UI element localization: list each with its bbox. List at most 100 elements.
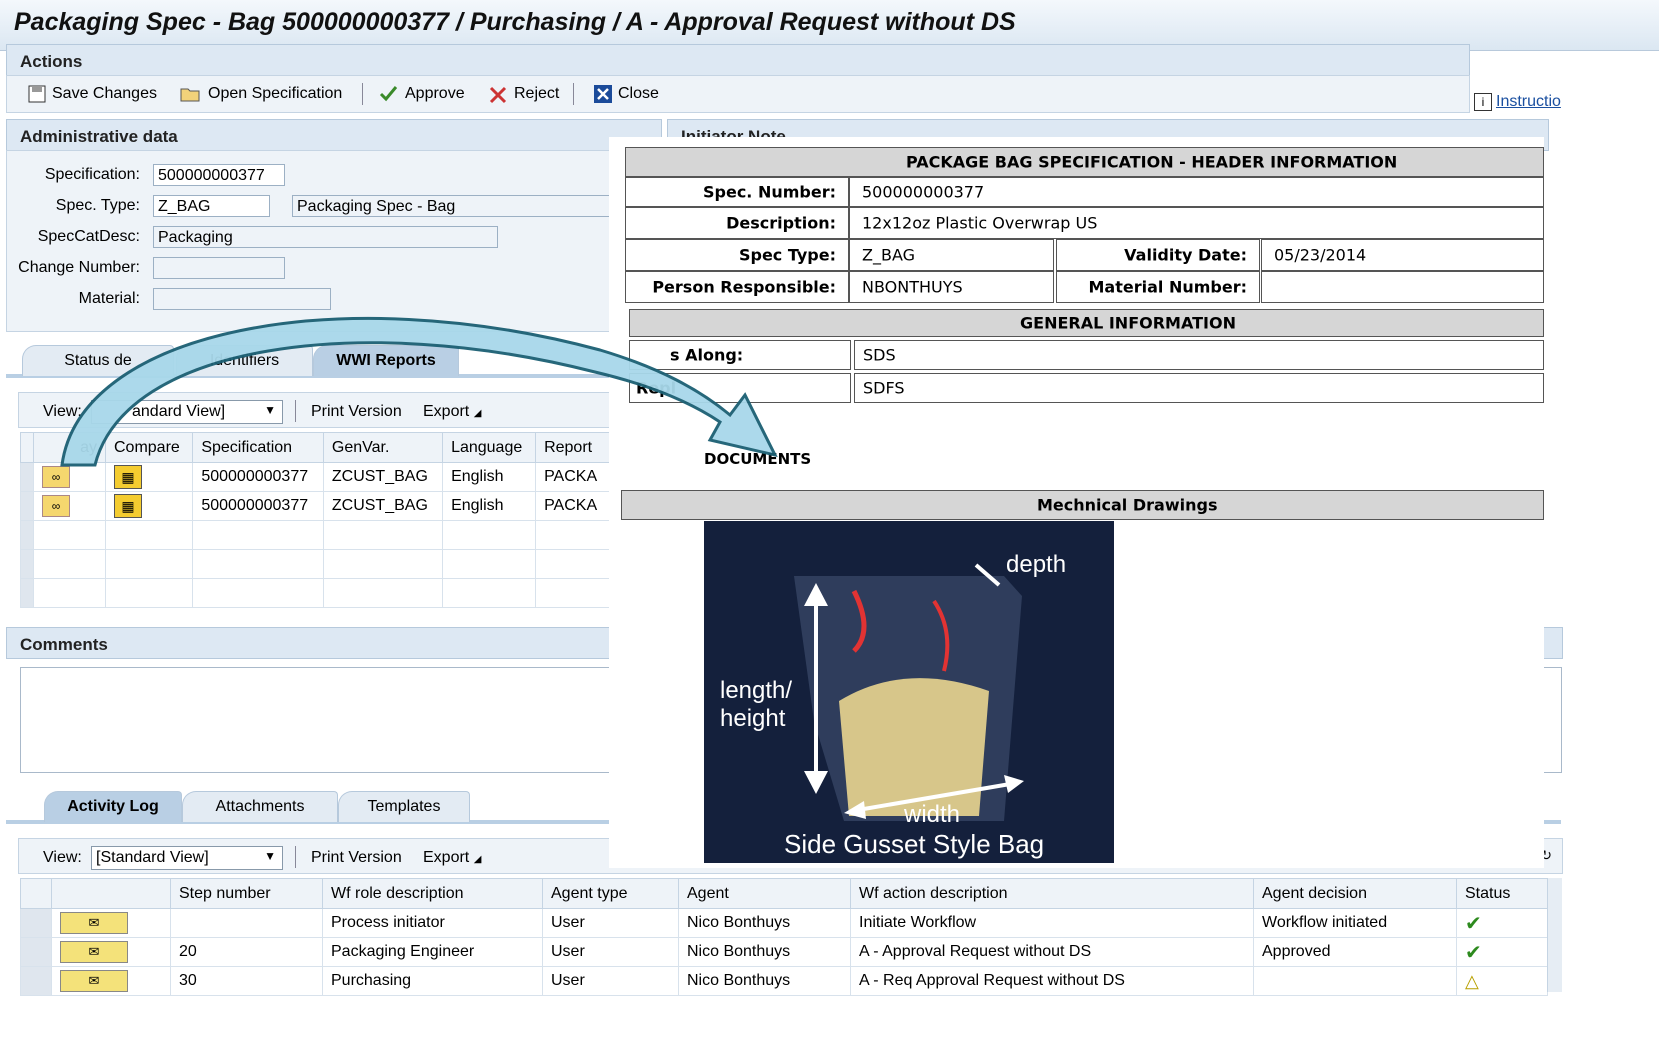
column-header-step[interactable]: Step number (170, 878, 323, 909)
agent-type-cell: User (542, 908, 679, 938)
step-cell: 20 (170, 937, 323, 967)
log-scrollbar[interactable] (1547, 878, 1562, 992)
reject-button[interactable]: Reject (487, 80, 559, 108)
separator (295, 846, 296, 868)
column-header-agent[interactable]: Agent (678, 878, 851, 909)
print-version-button[interactable]: Print Version (311, 849, 402, 867)
agent-cell: Nico Bonthuys (678, 937, 851, 967)
doc-label-cell: Material Number: (1056, 271, 1260, 303)
table-row[interactable]: ✉ 30 Purchasing User Nico Bonthuys A - R… (20, 966, 1548, 996)
doc-spec-type-label: Spec Type: (738, 245, 836, 265)
view-select[interactable]: [Standard View] ▼ (91, 846, 283, 870)
actions-header: Actions (6, 44, 1470, 76)
action-cell: Initiate Workflow (850, 908, 1254, 938)
details-cell[interactable]: ✉ (51, 937, 171, 967)
row-selector[interactable] (20, 462, 34, 492)
tab-activity-log[interactable]: Activity Log (44, 791, 182, 822)
table-row[interactable]: ✉ Process initiator User Nico Bonthuys I… (20, 908, 1548, 938)
speccatdesc-field: Packaging (153, 226, 498, 248)
close-label: Close (618, 85, 659, 102)
open-specification-button[interactable]: Open Specification (179, 80, 342, 108)
workflow-details-icon[interactable]: ✉ (60, 941, 128, 963)
column-header-status[interactable]: Status (1456, 878, 1548, 909)
doc-label-cell: Spec Type: (625, 239, 849, 271)
row-selector[interactable] (20, 966, 52, 996)
reject-label: Reject (514, 85, 560, 102)
tab-templates[interactable]: Templates (338, 791, 470, 822)
table-row-empty (20, 549, 610, 579)
language-cell: English (442, 491, 537, 521)
close-button[interactable]: Close (593, 80, 659, 108)
doc-header-title-cell: PACKAGE BAG SPECIFICATION - HEADER INFOR… (625, 147, 1544, 177)
doc-validity-value: 05/23/2014 (1274, 245, 1367, 265)
close-icon (594, 85, 612, 103)
save-icon (28, 85, 46, 103)
doc-label-cell: Spec. Number: (625, 177, 849, 207)
view-select-value: [Standard View] (96, 849, 209, 866)
separator (362, 83, 363, 105)
speccatdesc-label: SpecCatDesc: (37, 228, 140, 245)
step-cell: 30 (170, 966, 323, 996)
details-cell[interactable]: ✉ (51, 966, 171, 996)
display-cell[interactable]: ∞ (33, 491, 106, 521)
instructions-link[interactable]: i Instructio (1474, 93, 1561, 111)
select-all-cell[interactable] (20, 878, 52, 909)
doc-validity-label: Validity Date: (1124, 245, 1247, 265)
agent-type-cell: User (542, 937, 679, 967)
doc-value-cell (1261, 271, 1544, 303)
row-selector[interactable] (20, 491, 34, 521)
save-changes-button[interactable]: Save Changes (27, 80, 157, 108)
column-header-decision[interactable]: Agent decision (1253, 878, 1457, 909)
doc-spec-number-label: Spec. Number: (702, 182, 836, 202)
compare-icon[interactable]: ▦ (114, 494, 142, 518)
info-icon: i (1474, 93, 1492, 111)
export-button[interactable]: Export ◢ (423, 849, 481, 867)
status-warning-icon: △ (1456, 966, 1548, 996)
role-cell: Process initiator (322, 908, 543, 938)
doc-value-cell: SDFS (854, 373, 1544, 403)
doc-value-cell: 05/23/2014 (1261, 239, 1544, 271)
column-header-agent-type[interactable]: Agent type (542, 878, 679, 909)
doc-value-cell: NBONTHUYS (849, 271, 1054, 303)
view-label: View: (43, 849, 82, 866)
doc-value-cell: SDS (854, 340, 1544, 370)
approve-button[interactable]: Approve (378, 80, 465, 108)
doc-description-label: Description: (726, 213, 836, 233)
export-label: Export (423, 849, 470, 866)
approve-label: Approve (405, 85, 465, 102)
instructions-label: Instructio (1496, 93, 1561, 110)
column-header-action[interactable]: Wf action description (850, 878, 1254, 909)
workflow-details-icon[interactable]: ✉ (60, 970, 128, 992)
step-cell (170, 908, 323, 938)
table-row[interactable]: ∞ ▦ 500000000377 ZCUST_BAG English PACKA (20, 491, 610, 521)
select-all-cell[interactable] (20, 432, 34, 463)
agent-cell: Nico Bonthuys (678, 966, 851, 996)
tab-attachments[interactable]: Attachments (182, 791, 338, 822)
spec-type-field[interactable]: Z_BAG (153, 195, 270, 217)
column-header-role[interactable]: Wf role description (322, 878, 543, 909)
doc-spec-number-value: 500000000377 (862, 182, 985, 202)
agent-type-cell: User (542, 966, 679, 996)
details-cell[interactable]: ✉ (51, 908, 171, 938)
row-selector[interactable] (20, 937, 52, 967)
compare-cell[interactable]: ▦ (104, 491, 194, 521)
row-selector[interactable] (20, 908, 52, 938)
table-row-empty (20, 578, 610, 608)
workflow-details-icon[interactable]: ✉ (60, 912, 128, 934)
specification-field[interactable]: 500000000377 (153, 164, 285, 186)
table-row[interactable]: ✉ 20 Packaging Engineer User Nico Bonthu… (20, 937, 1548, 967)
decision-cell: Workflow initiated (1253, 908, 1457, 938)
doc-value-cell: 12x12oz Plastic Overwrap US (849, 207, 1544, 239)
doc-along-value: SDS (863, 345, 896, 365)
actions-toolbar: Save Changes Open Specification Approve … (6, 75, 1470, 113)
status-check-icon: ✔ (1456, 937, 1548, 967)
callout-arrow (60, 316, 778, 467)
change-number-field[interactable] (153, 257, 285, 279)
spec-type-label: Spec. Type: (55, 197, 140, 214)
doc-material-number-label: Material Number: (1088, 277, 1248, 297)
specification-label: Specification: (44, 166, 140, 183)
report-preview-overlay: PACKAGE BAG SPECIFICATION - HEADER INFOR… (609, 137, 1544, 868)
separator (573, 83, 574, 105)
activity-log-table: Step number Wf role description Agent ty… (20, 878, 1548, 996)
display-glasses-icon[interactable]: ∞ (42, 495, 70, 517)
